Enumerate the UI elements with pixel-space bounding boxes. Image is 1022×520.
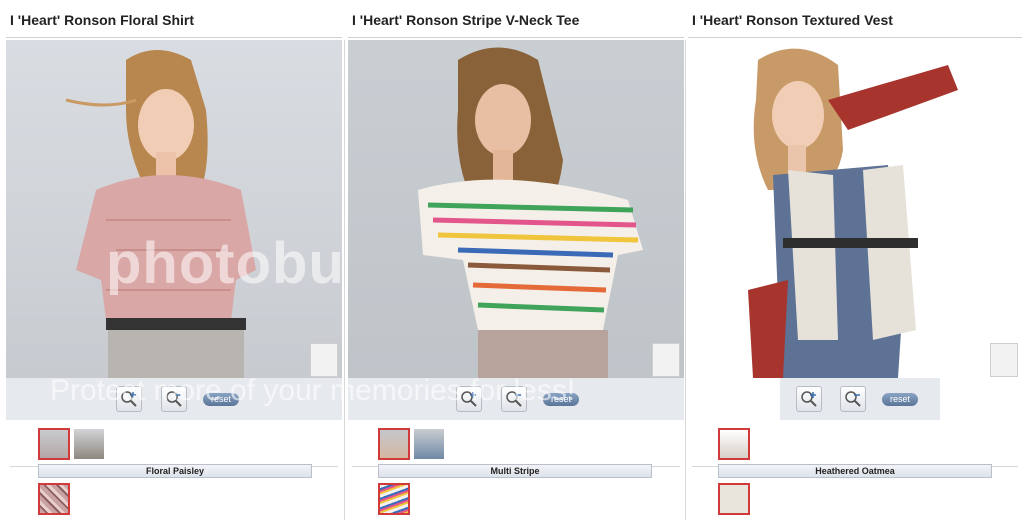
zoom-in-icon [801,391,817,407]
title-divider-3 [688,37,1022,38]
model-stripe-tee-image [418,47,643,378]
panel-divider-1 [344,40,345,520]
panel-divider-2 [685,40,686,520]
product-photo-3[interactable] [688,40,1022,378]
swatch-multi-stripe[interactable] [378,483,410,515]
reset-button-3[interactable]: reset [882,393,919,406]
watermark-logo: photobucket [106,231,342,296]
model-textured-vest-image [748,48,958,378]
zoom-out-icon [845,391,861,407]
view-thumb-1a[interactable] [38,428,70,460]
product-title-3: I 'Heart' Ronson Textured Vest [692,12,893,28]
color-name-bar-3: Heathered Oatmea [718,464,992,478]
color-name-bar-2: Multi Stripe [378,464,652,478]
model-floral-shirt-image [65,50,256,378]
view-thumb-3a[interactable] [718,428,750,460]
alt-view-thumb-2[interactable] [652,343,680,377]
color-name-bar-1: Floral Paisley [38,464,312,478]
product-title-2: I 'Heart' Ronson Stripe V-Neck Tee [352,12,580,28]
zoom-controls-3: reset [780,378,940,420]
view-thumb-2b[interactable] [414,429,444,459]
view-thumb-1b[interactable] [74,429,104,459]
view-thumb-2a[interactable] [378,428,410,460]
product-photo-2[interactable] [348,40,684,378]
zoom-in-button-3[interactable] [796,386,822,412]
alt-view-thumb-3[interactable] [990,343,1018,377]
product-photo-1[interactable]: photobucket [6,40,342,378]
swatch-floral-paisley[interactable] [38,483,70,515]
zoom-out-button-3[interactable] [840,386,866,412]
alt-view-thumb-1[interactable] [310,343,338,377]
watermark-tagline: Protect more of your memories for less! [50,374,576,407]
title-divider-2 [348,37,684,38]
product-title-1: I 'Heart' Ronson Floral Shirt [10,12,195,28]
swatch-heathered-oatmeal[interactable] [718,483,750,515]
title-divider-1 [6,37,342,38]
